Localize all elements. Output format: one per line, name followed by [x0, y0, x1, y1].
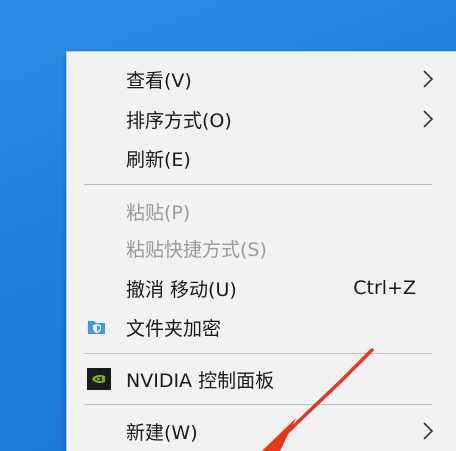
- menu-item-nvidia-control-panel[interactable]: NVIDIA 控制面板: [67, 360, 456, 398]
- context-menu: 查看(V) 排序方式(O) 刷新(E) 粘贴(P) 粘贴快捷方式(S) 撤消 移…: [66, 51, 456, 451]
- menu-item-label: 撤消 移动(U): [126, 278, 237, 301]
- menu-item-new[interactable]: 新建(W): [67, 412, 456, 450]
- menu-item-view[interactable]: 查看(V): [67, 60, 456, 98]
- chevron-right-icon: [423, 422, 434, 440]
- menu-item-label: 粘贴(P): [126, 201, 191, 224]
- menu-item-paste[interactable]: 粘贴(P): [67, 192, 456, 230]
- folder-shield-icon: [88, 321, 105, 334]
- menu-item-label: 文件夹加密: [126, 317, 222, 340]
- menu-item-label: 新建(W): [126, 421, 198, 444]
- menu-separator: [84, 353, 432, 354]
- menu-item-label: NVIDIA 控制面板: [126, 369, 275, 392]
- menu-separator: [84, 404, 432, 405]
- menu-separator: [84, 184, 432, 185]
- menu-item-label: 排序方式(O): [126, 109, 232, 132]
- nvidia-logo-icon: [87, 368, 111, 390]
- menu-item-shortcut: Ctrl+Z: [353, 277, 416, 299]
- menu-item-label: 查看(V): [126, 69, 192, 92]
- menu-item-refresh[interactable]: 刷新(E): [67, 139, 456, 177]
- menu-item-folder-encrypt[interactable]: 文件夹加密: [67, 308, 456, 346]
- chevron-right-icon: [423, 70, 434, 88]
- menu-item-label: 粘贴快捷方式(S): [126, 238, 267, 261]
- menu-item-sort-by[interactable]: 排序方式(O): [67, 100, 456, 138]
- chevron-right-icon: [423, 110, 434, 128]
- menu-item-paste-shortcut[interactable]: 粘贴快捷方式(S): [67, 229, 456, 267]
- menu-item-label: 刷新(E): [126, 148, 191, 171]
- menu-item-undo-move[interactable]: 撤消 移动(U) Ctrl+Z: [67, 269, 456, 307]
